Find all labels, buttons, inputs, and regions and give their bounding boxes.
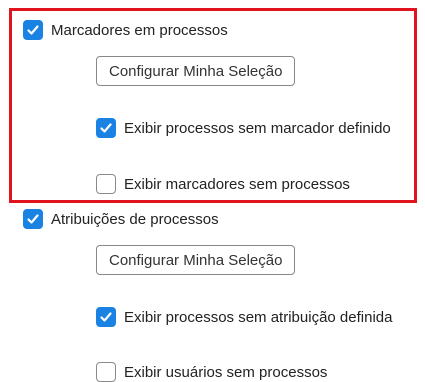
configurar-selecao-button[interactable]: Configurar Minha Seleção <box>96 56 296 86</box>
checkbox-marcadores[interactable] <box>23 20 43 40</box>
checkbox-label: Exibir processos sem atribuição definida <box>124 308 393 326</box>
checkbox-label: Exibir processos sem marcador definido <box>124 119 391 137</box>
checkmark-icon <box>27 214 39 224</box>
checkbox-row-marcadores[interactable]: Marcadores em processos <box>23 20 228 40</box>
checkbox-row-usuarios-sem-processos[interactable]: Exibir usuários sem processos <box>96 362 327 382</box>
checkbox-label: Exibir usuários sem processos <box>124 363 328 381</box>
configurar-selecao-button[interactable]: Configurar Minha Seleção <box>96 245 296 275</box>
checkmark-icon <box>27 25 39 35</box>
checkbox-label: Atribuições de processos <box>51 210 219 228</box>
checkbox-marcadores-sem-processos[interactable] <box>96 174 116 194</box>
checkbox-label: Marcadores em processos <box>51 21 228 39</box>
checkbox-sem-atribuicao[interactable] <box>96 307 116 327</box>
checkbox-row-sem-marcador[interactable]: Exibir processos sem marcador definido <box>96 118 391 138</box>
checkbox-atribuicoes[interactable] <box>23 209 43 229</box>
checkbox-usuarios-sem-processos[interactable] <box>96 362 116 382</box>
checkbox-row-marcadores-sem-processos[interactable]: Exibir marcadores sem processos <box>96 174 350 194</box>
checkmark-icon <box>100 123 112 133</box>
checkbox-row-atribuicoes[interactable]: Atribuições de processos <box>23 209 219 229</box>
checkbox-sem-marcador[interactable] <box>96 118 116 138</box>
checkmark-icon <box>100 312 112 322</box>
checkbox-row-sem-atribuicao[interactable]: Exibir processos sem atribuição definida <box>96 307 392 327</box>
checkbox-label: Exibir marcadores sem processos <box>124 175 350 193</box>
